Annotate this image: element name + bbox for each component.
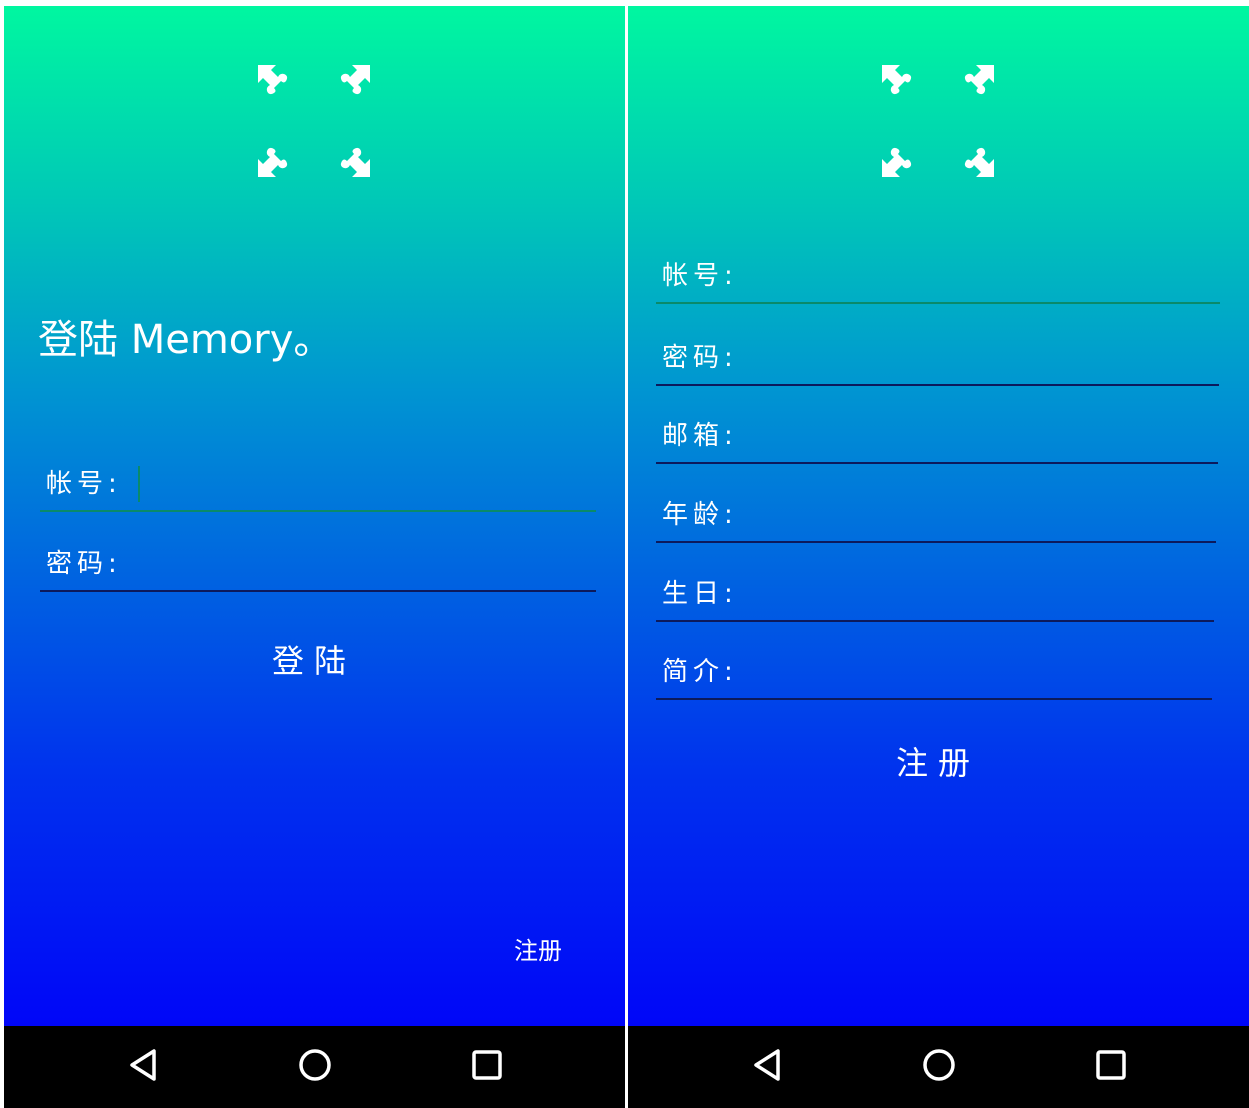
register-password-field[interactable]: 密码: [656,334,1219,386]
login-screen: 登陆 Memory。 帐号: 密码: 登陆 注册 [4,6,625,1026]
register-birthday-input[interactable] [656,570,1214,620]
home-icon [923,1049,955,1081]
register-link[interactable]: 注册 [514,931,562,966]
password-input[interactable] [40,540,596,590]
register-account-field[interactable]: 帐号: [656,252,1220,304]
register-age-input[interactable] [656,491,1216,541]
back-button[interactable] [118,1040,168,1090]
home-button[interactable] [290,1040,340,1090]
home-icon [299,1049,331,1081]
register-screen: 帐号: 密码: 邮箱: 年龄: 生日: 简介: 注册 [628,6,1249,1026]
back-icon [130,1049,156,1081]
register-account-input[interactable] [656,252,1220,302]
register-birthday-field[interactable]: 生日: [656,570,1214,622]
recents-icon [1096,1050,1126,1080]
recents-button[interactable] [462,1040,512,1090]
register-password-input[interactable] [656,334,1219,384]
register-phone: 帐号: 密码: 邮箱: 年龄: 生日: 简介: 注册 [628,6,1249,1108]
page-title: 登陆 Memory。 [38,317,334,363]
system-navbar [4,1026,625,1108]
account-field[interactable]: 帐号: [40,460,596,512]
back-button[interactable] [742,1040,792,1090]
system-navbar [628,1026,1249,1108]
home-button[interactable] [914,1040,964,1090]
login-button[interactable]: 登陆 [234,634,394,684]
account-input[interactable] [40,460,596,510]
puzzle-logo-icon [254,61,374,181]
back-icon [754,1049,780,1081]
register-email-input[interactable] [656,412,1218,462]
login-phone: 登陆 Memory。 帐号: 密码: 登陆 注册 [4,6,625,1108]
recents-icon [472,1050,502,1080]
register-bio-input[interactable] [656,648,1212,698]
register-age-field[interactable]: 年龄: [656,491,1216,543]
recents-button[interactable] [1086,1040,1136,1090]
register-email-field[interactable]: 邮箱: [656,412,1218,464]
register-bio-field[interactable]: 简介: [656,648,1212,700]
password-field[interactable]: 密码: [40,540,596,592]
register-button[interactable]: 注册 [858,736,1018,786]
puzzle-logo-icon [878,61,998,181]
